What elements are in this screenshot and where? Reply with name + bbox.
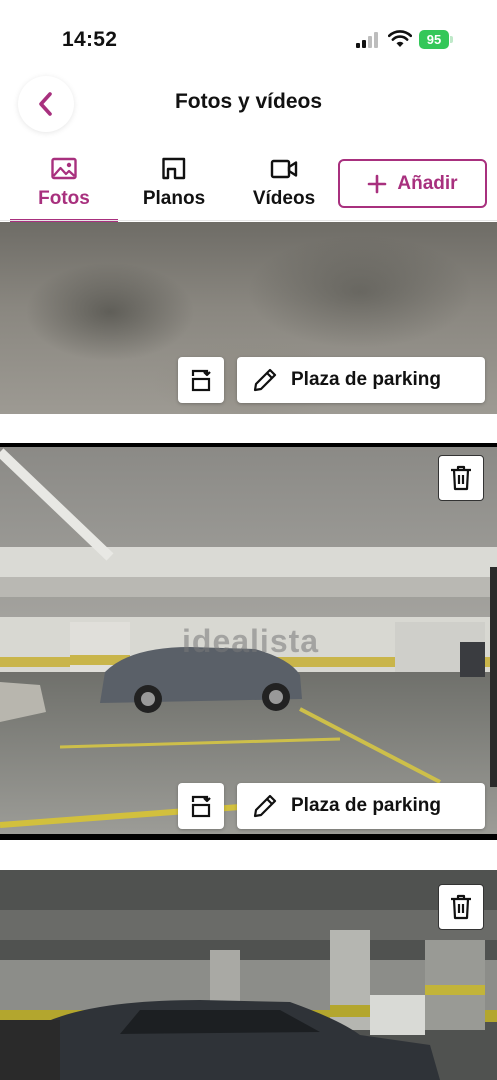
rotate-button[interactable] xyxy=(178,783,224,829)
rotate-icon xyxy=(191,369,211,392)
tab-videos-label: Vídeos xyxy=(252,188,316,209)
video-camera-icon xyxy=(270,159,298,179)
wifi-icon xyxy=(388,30,412,47)
add-media-button[interactable]: Añadir xyxy=(338,159,487,208)
photo-label: Plaza de parking xyxy=(291,369,441,390)
tab-fotos-label: Fotos xyxy=(38,188,90,209)
trash-icon xyxy=(451,465,471,491)
status-bar: 14:52 95 xyxy=(0,0,497,70)
battery-icon: 95 xyxy=(419,30,453,49)
delete-photo-button[interactable] xyxy=(438,455,484,501)
tabs-divider xyxy=(0,220,497,221)
signal-icon xyxy=(356,32,378,48)
trash-icon xyxy=(451,894,471,920)
photo-card[interactable]: Plaza de parking xyxy=(0,222,497,414)
photo-card[interactable] xyxy=(0,870,497,1080)
parking-photo xyxy=(0,870,497,1080)
battery-level: 95 xyxy=(419,30,449,49)
page-title: Fotos y vídeos xyxy=(174,90,323,113)
edit-label-button[interactable]: Plaza de parking xyxy=(237,783,485,829)
tab-planos[interactable]: Planos xyxy=(120,150,228,222)
pencil-icon xyxy=(253,368,277,392)
photo-label: Plaza de parking xyxy=(291,795,441,816)
tab-planos-label: Planos xyxy=(142,188,206,209)
floorplan-icon xyxy=(162,157,186,180)
edit-label-button[interactable]: Plaza de parking xyxy=(237,357,485,403)
add-media-label: Añadir xyxy=(397,172,458,194)
watermark: idealista xyxy=(182,623,320,659)
plus-icon xyxy=(368,174,387,193)
delete-photo-button[interactable] xyxy=(438,884,484,930)
rotate-button[interactable] xyxy=(178,357,224,403)
image-icon xyxy=(51,157,77,180)
status-time: 14:52 xyxy=(62,28,118,51)
photo-card[interactable]: idealista Plaza de parking xyxy=(0,443,497,840)
rotate-icon xyxy=(191,795,211,818)
tab-fotos[interactable]: Fotos xyxy=(10,150,118,222)
tab-videos[interactable]: Vídeos xyxy=(230,150,338,222)
pencil-icon xyxy=(253,794,277,818)
